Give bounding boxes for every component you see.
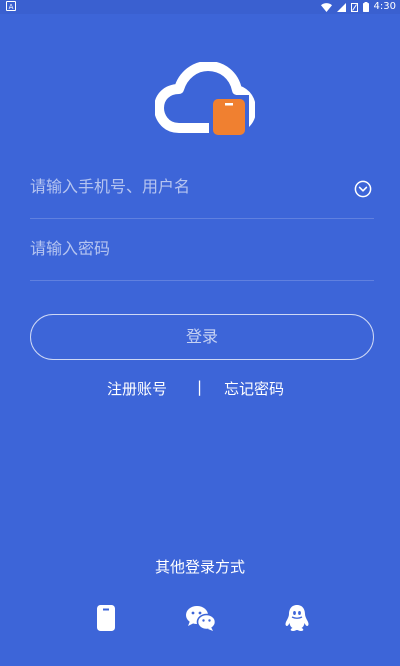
username-input[interactable] <box>30 158 350 214</box>
username-field <box>30 158 374 219</box>
status-icons: 4:30 <box>320 0 396 14</box>
login-button[interactable]: 登录 <box>30 314 374 360</box>
battery-icon <box>362 2 369 12</box>
password-input[interactable] <box>30 220 350 276</box>
sim-icon <box>350 2 358 12</box>
status-bar: A 4:30 <box>0 0 400 14</box>
qq-icon[interactable] <box>283 604 311 632</box>
chevron-down-circle-icon[interactable] <box>354 180 372 198</box>
wifi-icon <box>320 2 332 12</box>
forgot-password-link[interactable]: 忘记密码 <box>224 378 284 399</box>
links-divider: | <box>197 378 203 396</box>
phone-icon[interactable] <box>92 604 120 632</box>
account-links: 注册账号 | 忘记密码 <box>0 378 400 400</box>
signal-icon <box>336 2 346 12</box>
status-time: 4:30 <box>373 1 396 12</box>
cloud-phone-logo-icon <box>155 62 255 139</box>
notification-a-icon: A <box>6 1 16 11</box>
register-link[interactable]: 注册账号 <box>107 378 167 399</box>
wechat-icon[interactable] <box>185 604 217 632</box>
password-field <box>30 220 374 281</box>
other-login-title: 其他登录方式 <box>154 558 245 576</box>
